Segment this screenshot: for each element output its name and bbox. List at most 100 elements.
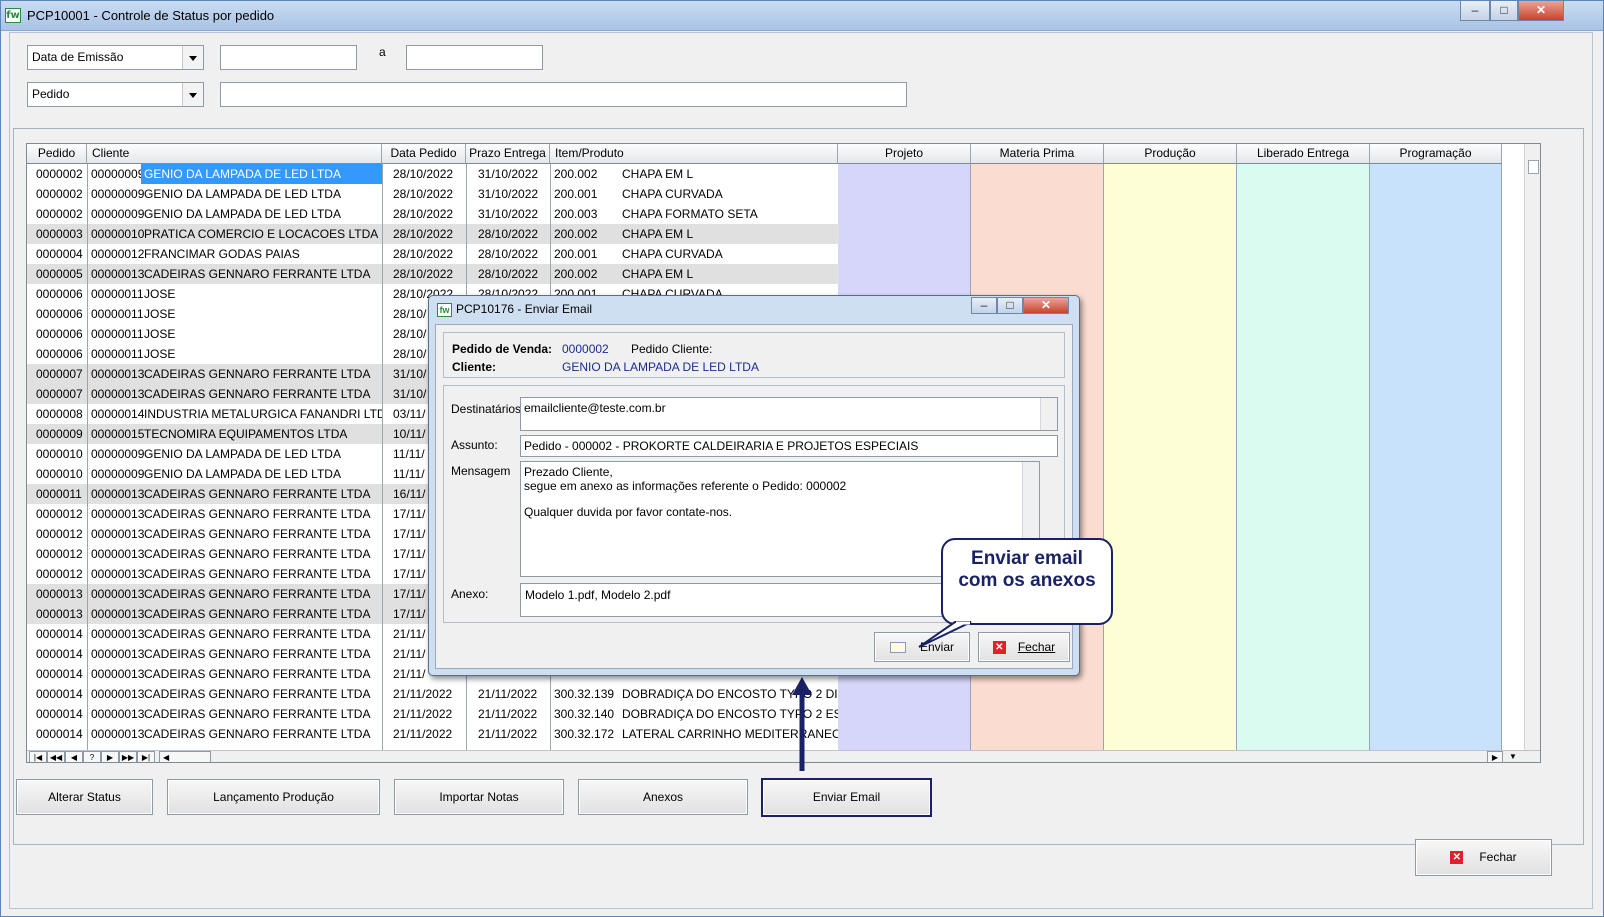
grid-nav-button[interactable]: ▶| [137,751,155,762]
dialog-fechar-button[interactable]: ✕ Fechar [978,632,1070,662]
cell-prazo: 28/10/2022 [478,267,539,281]
cell-pedido: 0000012 [36,567,83,581]
table-row[interactable]: 0000002 00000009 GENIO DA LAMPADA DE LED L… [27,164,839,184]
dialog-minimize-button[interactable]: – [971,297,997,314]
table-row[interactable]: 0000014 00000013 CADEIRAS GENNARO FERRANTE… [27,704,839,724]
cell-cliente: CADEIRAS GENNARO FERRANTE LTDA [144,527,371,541]
importar-notas-button[interactable]: Importar Notas [394,779,564,815]
cell-cod: 00000009 [91,467,145,481]
cell-cod: 00000011 [91,327,144,341]
mensagem-line-1: Prezado Cliente, [524,465,613,479]
close-button[interactable]: ✕ [1518,1,1564,21]
grid-nav-button[interactable]: ◀◀ [47,751,65,762]
table-row[interactable]: 0000014 00000013 CADEIRAS GENNARO FERRANTE… [27,684,839,704]
grid-nav-button[interactable]: ? [83,751,101,762]
grid-nav-button[interactable]: ◀ [65,751,83,762]
cell-cliente: JOSE [144,287,176,301]
vertical-scrollbar[interactable] [1524,144,1540,750]
cell-data: 28/10/2022 [393,167,454,181]
order-info-group: Pedido de Venda: 0000002 Pedido Cliente:… [443,332,1065,378]
destinatarios-scrollbar[interactable] [1040,398,1057,430]
scroll-left-icon[interactable]: ◀ [159,751,211,762]
cell-cod: 00000011 [91,287,144,301]
cell-pedido: 0000007 [36,367,83,381]
pedido-cliente-label: Pedido Cliente: [631,342,713,356]
grid-nav-button[interactable]: ▶ [101,751,119,762]
grid-nav-button[interactable]: |◀ [29,751,47,762]
anexos-button[interactable]: Anexos [578,779,748,815]
minimize-button[interactable]: – [1460,1,1490,21]
date-to-input[interactable] [406,45,543,70]
grid-nav-button[interactable]: ▶▶ [119,751,137,762]
cell-cod: 00000015 [91,427,145,441]
cell-pedido: 0000014 [36,707,83,721]
cell-item: 200.002 [554,227,598,241]
column-header[interactable]: Programação [1370,144,1502,164]
lancamento-producao-button[interactable]: Lançamento Produção [167,779,380,815]
table-row[interactable]: 0000002 00000009 GENIO DA LAMPADA DE LED L… [27,204,839,224]
filter2-field-value: Pedido [32,87,70,101]
pedido-filter-input[interactable] [220,82,907,107]
scroll-right-icon[interactable]: ▶ [1487,751,1503,762]
table-row[interactable]: 0000014 00000013 CADEIRAS GENNARO FERRANTE… [27,724,839,744]
anexo-input[interactable]: Modelo 1.pdf, Modelo 2.pdf [520,583,960,617]
table-row[interactable]: 0000004 00000012 FRANCIMAR GODAS PAIAS 28/1… [27,244,839,264]
cell-data: 28/10/2022 [393,247,454,261]
table-row[interactable]: 0000002 00000009 GENIO DA LAMPADA DE LED L… [27,184,839,204]
date-from-input[interactable] [220,45,357,70]
cell-pedido: 0000010 [36,467,83,481]
column-header[interactable]: Liberado Entrega [1237,144,1370,164]
enviar-email-button[interactable]: Enviar Email [761,778,932,817]
column-header[interactable]: Produção [1104,144,1237,164]
column-header[interactable]: Prazo Entrega [466,144,550,164]
assunto-input[interactable]: Pedido - 000002 - PROKORTE CALDEIRARIA E… [520,435,1058,457]
dialog-title: PCP10176 - Enviar Email [456,302,593,316]
cell-pedido: 0000012 [36,527,83,541]
callout-bubble: Enviar email com os anexos [941,538,1113,625]
maximize-button[interactable]: □ [1490,1,1518,21]
filter1-field-select[interactable]: Data de Emissão [27,45,204,70]
cell-cod: 00000011 [91,347,144,361]
column-header[interactable]: Materia Prima [971,144,1104,164]
callout-line-2: com os anexos [958,570,1096,591]
table-row[interactable]: 0000005 00000013 CADEIRAS GENNARO FERRANTE… [27,264,839,284]
filter1-field-value: Data de Emissão [32,50,124,64]
chevron-down-icon[interactable] [182,46,203,69]
cell-cod: 00000013 [91,707,145,721]
column-header[interactable]: Item/Produto [550,144,838,164]
scroll-thumb[interactable] [1528,160,1539,174]
cell-pedido: 0000014 [36,687,83,701]
cell-item: 200.002 [554,267,598,281]
cell-pedido: 0000014 [36,627,83,641]
column-header[interactable]: Pedido [27,144,87,164]
column-header[interactable]: Data Pedido [382,144,466,164]
table-row[interactable]: 0000003 00000010 PRATICA COMERCIO E LOCACO… [27,224,839,244]
column-header[interactable]: Cliente [87,144,382,164]
cell-item: 300.32.139 [554,687,615,701]
cell-cod: 00000013 [91,527,145,541]
cell-item: 200.003 [554,207,598,221]
cell-produto: CHAPA CURVADA [622,187,723,201]
filter2-field-select[interactable]: Pedido [27,82,204,107]
cell-pedido: 0000004 [36,247,83,261]
cell-item: 200.001 [554,247,598,261]
fechar-button[interactable]: ✕ Fechar [1415,839,1552,876]
destinatarios-input[interactable]: emailcliente@teste.com.br [520,397,1058,431]
dialog-close-button[interactable]: ✕ [1023,297,1069,314]
alterar-status-button[interactable]: Alterar Status [16,779,153,815]
mensagem-line-3: Qualquer duvida por favor contate-nos. [524,505,733,519]
cell-cliente: INDUSTRIA METALURGICA FANANDRI LTDA [144,407,382,421]
scroll-down-icon[interactable]: ▼ [1505,751,1521,762]
dialog-maximize-button[interactable]: □ [997,297,1023,314]
cell-cod: 00000013 [91,667,145,681]
cell-data: 28/10/2022 [393,267,454,281]
assunto-label: Assunto: [451,438,498,452]
chevron-down-icon[interactable] [182,83,203,106]
column-header[interactable]: Projeto [838,144,971,164]
cell-pedido: 0000006 [36,347,83,361]
mensagem-line-2: segue em anexo as informações referente … [524,479,847,493]
cell-cliente: CADEIRAS GENNARO FERRANTE LTDA [144,547,371,561]
cell-cod: 00000009 [91,187,145,201]
dialog-fechar-label: Fechar [1017,640,1056,654]
main-window: fw PCP10001 - Controle de Status por ped… [0,0,1604,917]
